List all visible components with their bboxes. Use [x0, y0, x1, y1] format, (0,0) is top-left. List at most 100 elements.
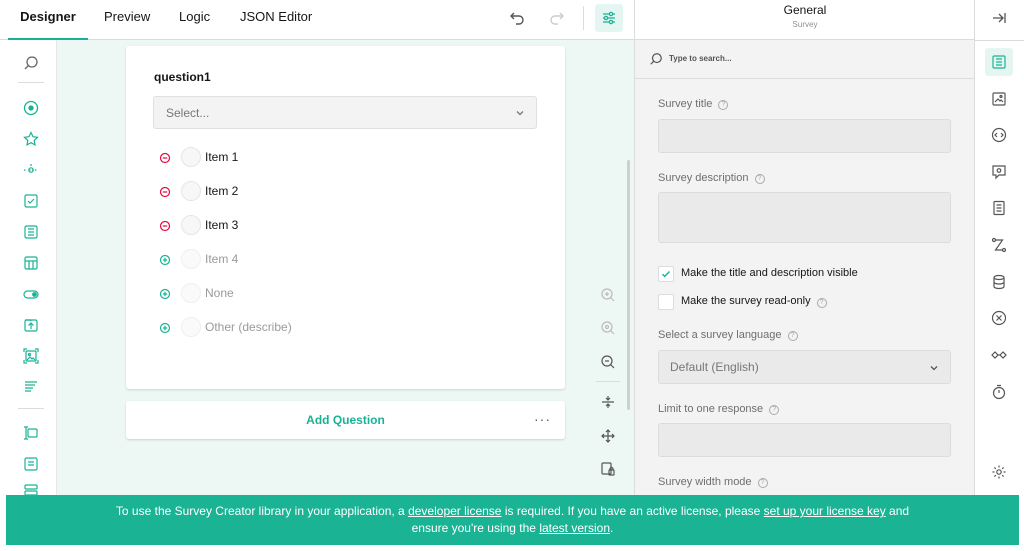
choice-label[interactable]: Other (describe) — [205, 320, 292, 334]
limit-response-label-text: Limit to one response — [658, 403, 764, 415]
choice-item: Other (describe) — [158, 317, 538, 339]
help-icon[interactable]: ? — [769, 405, 780, 415]
question-title[interactable]: question1 — [154, 70, 211, 84]
question-settings-icon[interactable] — [985, 158, 1013, 186]
banner-text: and — [885, 504, 910, 518]
rail-divider — [975, 40, 1024, 41]
choice-label[interactable]: Item 2 — [205, 184, 238, 198]
survey-language-label-text: Select a survey language — [658, 329, 782, 341]
slider-icon[interactable] — [19, 158, 43, 182]
choice-radio — [181, 249, 201, 269]
canvas-scrollbar[interactable] — [627, 160, 630, 410]
pages-icon[interactable] — [985, 194, 1013, 222]
image-picker-icon[interactable] — [19, 344, 43, 368]
title-visible-label[interactable]: Make the title and description visible — [681, 267, 858, 279]
logic-icon[interactable] — [985, 231, 1013, 259]
zoom-out-icon[interactable] — [596, 350, 620, 374]
survey-language-value: Default (English) — [670, 360, 759, 374]
remove-choice-icon[interactable] — [158, 151, 172, 165]
validation-icon[interactable] — [985, 304, 1013, 332]
choice-label[interactable]: Item 3 — [205, 218, 238, 232]
survey-title-label-text: Survey title — [658, 98, 713, 110]
choice-label[interactable]: Item 4 — [205, 252, 238, 266]
license-key-link[interactable]: set up your license key — [764, 504, 886, 518]
tab-preview[interactable]: Preview — [104, 0, 150, 40]
property-search[interactable]: Type to search... — [635, 40, 975, 79]
search-icon[interactable] — [19, 51, 43, 75]
quiz-mode-icon[interactable] — [985, 341, 1013, 369]
read-only-checkbox[interactable] — [658, 294, 674, 310]
lock-question-icon[interactable] — [596, 457, 620, 481]
radiogroup-icon[interactable] — [19, 96, 43, 120]
developer-license-link[interactable]: developer license — [408, 504, 501, 518]
survey-title-input[interactable] — [658, 119, 951, 153]
dropdown-matrix-icon[interactable] — [19, 251, 43, 275]
choice-item: Item 3 — [158, 215, 538, 237]
comment-icon[interactable] — [19, 452, 43, 476]
settings-sliders-icon[interactable] — [595, 4, 623, 32]
ranking-icon[interactable] — [19, 375, 43, 399]
navigation-icon[interactable] — [985, 121, 1013, 149]
limit-response-input[interactable] — [658, 423, 951, 457]
tab-logic[interactable]: Logic — [179, 0, 210, 40]
survey-language-select[interactable]: Default (English) — [658, 350, 951, 384]
more-options-icon[interactable]: ··· — [534, 411, 551, 427]
help-icon[interactable]: ? — [718, 100, 729, 110]
help-icon[interactable]: ? — [754, 174, 765, 184]
add-question-button[interactable]: Add Question — [126, 401, 565, 439]
boolean-toggle-icon[interactable] — [19, 282, 43, 306]
banner-text: is required. If you have an active licen… — [501, 504, 764, 518]
limit-response-label: Limit to one response? — [658, 403, 780, 415]
license-banner: To use the Survey Creator library in you… — [6, 495, 1019, 545]
expand-all-icon[interactable] — [596, 424, 620, 448]
help-icon[interactable]: ? — [816, 298, 827, 308]
help-icon[interactable]: ? — [787, 331, 798, 341]
survey-description-label: Survey description? — [658, 172, 765, 184]
property-search-input[interactable]: Type to search... — [669, 54, 732, 63]
choice-item: None — [158, 283, 538, 305]
settings-gear-icon[interactable] — [985, 458, 1013, 486]
survey-description-input[interactable] — [658, 192, 951, 243]
matrix-icon[interactable] — [19, 220, 43, 244]
survey-description-label-text: Survey description — [658, 172, 749, 184]
tab-designer[interactable]: Designer — [8, 0, 88, 40]
right-rail — [974, 0, 1024, 495]
file-upload-icon[interactable] — [19, 313, 43, 337]
data-icon[interactable] — [985, 268, 1013, 296]
zoom-in-icon[interactable] — [596, 283, 620, 307]
toolbox — [0, 40, 57, 495]
width-mode-label: Survey width mode? — [658, 476, 768, 488]
dropdown-placeholder: Select... — [166, 106, 210, 120]
checkbox-icon[interactable] — [19, 189, 43, 213]
collapse-panel-icon[interactable] — [985, 4, 1013, 32]
remove-choice-icon[interactable] — [158, 185, 172, 199]
multiple-text-icon[interactable] — [19, 483, 43, 495]
property-grid: General Survey Type to search... Survey … — [634, 0, 975, 495]
title-visible-checkbox[interactable] — [658, 266, 674, 282]
read-only-label-text: Make the survey read-only — [681, 295, 811, 307]
logo-image-icon[interactable] — [985, 85, 1013, 113]
survey-title-label: Survey title? — [658, 98, 729, 110]
general-tab-icon[interactable] — [985, 48, 1013, 76]
question-dropdown[interactable]: Select... — [153, 96, 537, 129]
text-input-icon[interactable] — [19, 421, 43, 445]
redo-icon[interactable] — [543, 6, 571, 30]
add-choice-icon[interactable] — [158, 321, 172, 335]
add-choice-icon[interactable] — [158, 287, 172, 301]
help-icon[interactable]: ? — [757, 478, 768, 488]
width-mode-label-text: Survey width mode — [658, 476, 752, 488]
timer-icon[interactable] — [985, 378, 1013, 406]
question-card[interactable]: question1 Select... Item 1 Item 2 Item 3… — [126, 46, 565, 389]
zoom-to-fit-icon[interactable] — [596, 316, 620, 340]
undo-icon[interactable] — [503, 6, 531, 30]
collapse-all-icon[interactable] — [596, 390, 620, 414]
add-choice-icon[interactable] — [158, 253, 172, 267]
toolbox-divider — [18, 82, 44, 83]
choice-label[interactable]: None — [205, 286, 234, 300]
rating-star-icon[interactable] — [19, 127, 43, 151]
latest-version-link[interactable]: latest version — [539, 521, 610, 535]
remove-choice-icon[interactable] — [158, 219, 172, 233]
tab-json-editor[interactable]: JSON Editor — [240, 0, 312, 40]
read-only-label[interactable]: Make the survey read-only? — [681, 295, 827, 308]
choice-label[interactable]: Item 1 — [205, 150, 238, 164]
